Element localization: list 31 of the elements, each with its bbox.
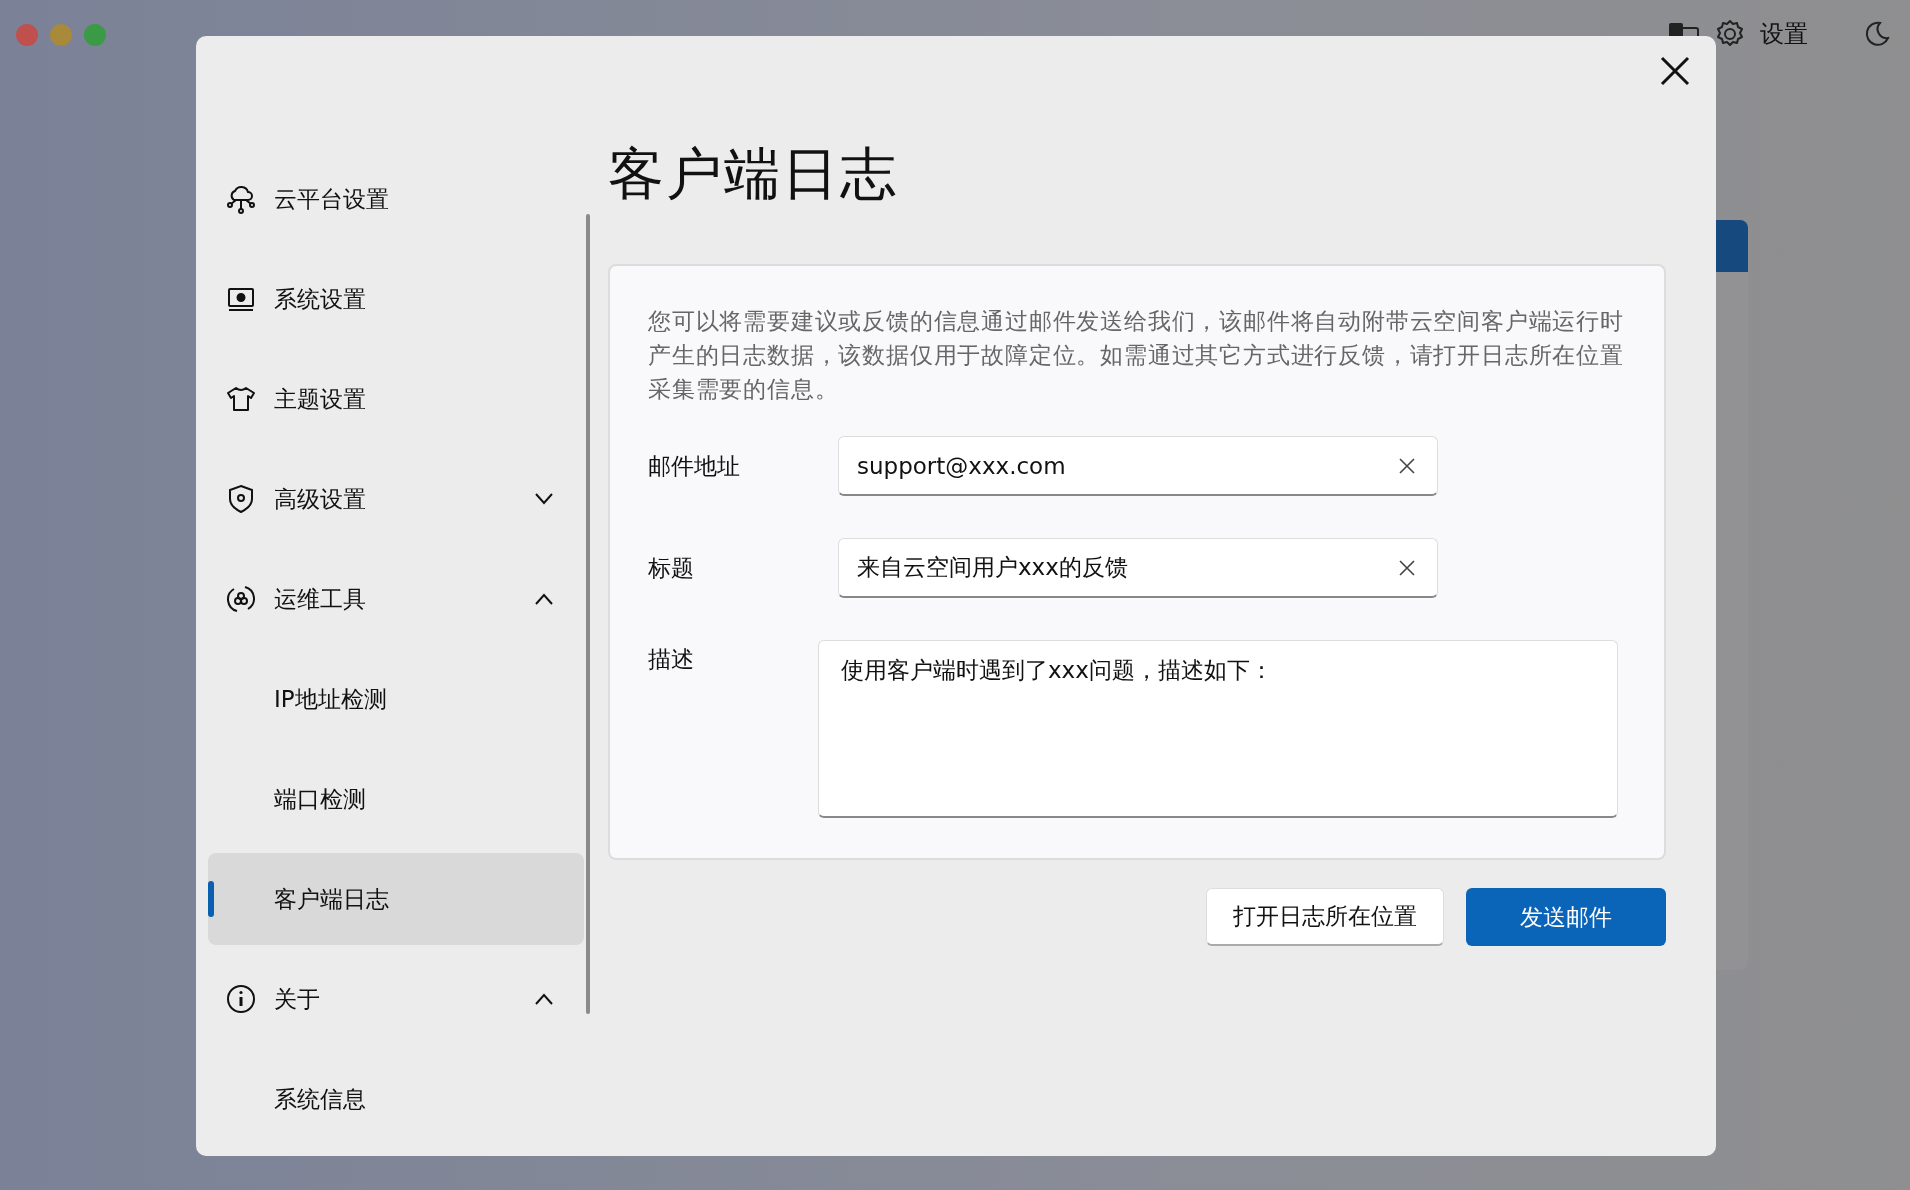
sidebar-item[interactable]: 端口检测: [208, 753, 584, 845]
sidebar-item[interactable]: 关于: [208, 953, 584, 1045]
chevron-up-icon[interactable]: [534, 993, 554, 1005]
clear-icon[interactable]: [1399, 559, 1415, 576]
field-label: 描述: [648, 645, 695, 674]
info-icon: [226, 984, 256, 1014]
text-area[interactable]: 使用客户端时遇到了xxx问题，描述如下：: [818, 640, 1618, 818]
sidebar-item[interactable]: 系统信息: [208, 1053, 584, 1145]
input-field[interactable]: support@xxx.com: [838, 436, 1438, 496]
sidebar-item[interactable]: 主题设置: [208, 353, 584, 445]
field-label: 邮件地址: [648, 451, 741, 481]
settings-label[interactable]: 设置: [1760, 18, 1808, 50]
shirt-icon: [226, 384, 256, 414]
field-label: 标题: [648, 553, 695, 583]
send-button[interactable]: 发送邮件: [1466, 888, 1666, 946]
cycle-circles-icon: [226, 584, 256, 614]
chevron-down-icon[interactable]: [534, 493, 554, 505]
chevron-up-icon[interactable]: [534, 593, 554, 605]
open-location-button[interactable]: 打开日志所在位置: [1206, 888, 1444, 946]
description-text: 您可以将需要建议或反馈的信息通过邮件发送给我们，该邮件将自动附带云空间客户端运行时产生的日志数据，该数据仅用于故障定位。如需通过其它方式进行反馈，请打开日志所在位置采集需要的信息。: [648, 307, 1625, 404]
sidebar-item[interactable]: IP地址检测: [208, 653, 584, 745]
sidebar-item[interactable]: 系统设置: [208, 253, 584, 345]
input-field[interactable]: 来自云空间用户xxx的反馈: [838, 538, 1438, 598]
clear-icon[interactable]: [1399, 457, 1415, 474]
close-icon[interactable]: [1660, 56, 1690, 86]
cloud-network-icon: [226, 184, 256, 214]
page-title: 客户端日志: [608, 146, 899, 202]
sidebar-item[interactable]: 高级设置: [208, 453, 584, 545]
sidebar-item[interactable]: 云平台设置: [208, 153, 584, 245]
sidebar-item[interactable]: 客户端日志: [208, 853, 584, 945]
sidebar-item[interactable]: 运维工具: [208, 553, 584, 645]
